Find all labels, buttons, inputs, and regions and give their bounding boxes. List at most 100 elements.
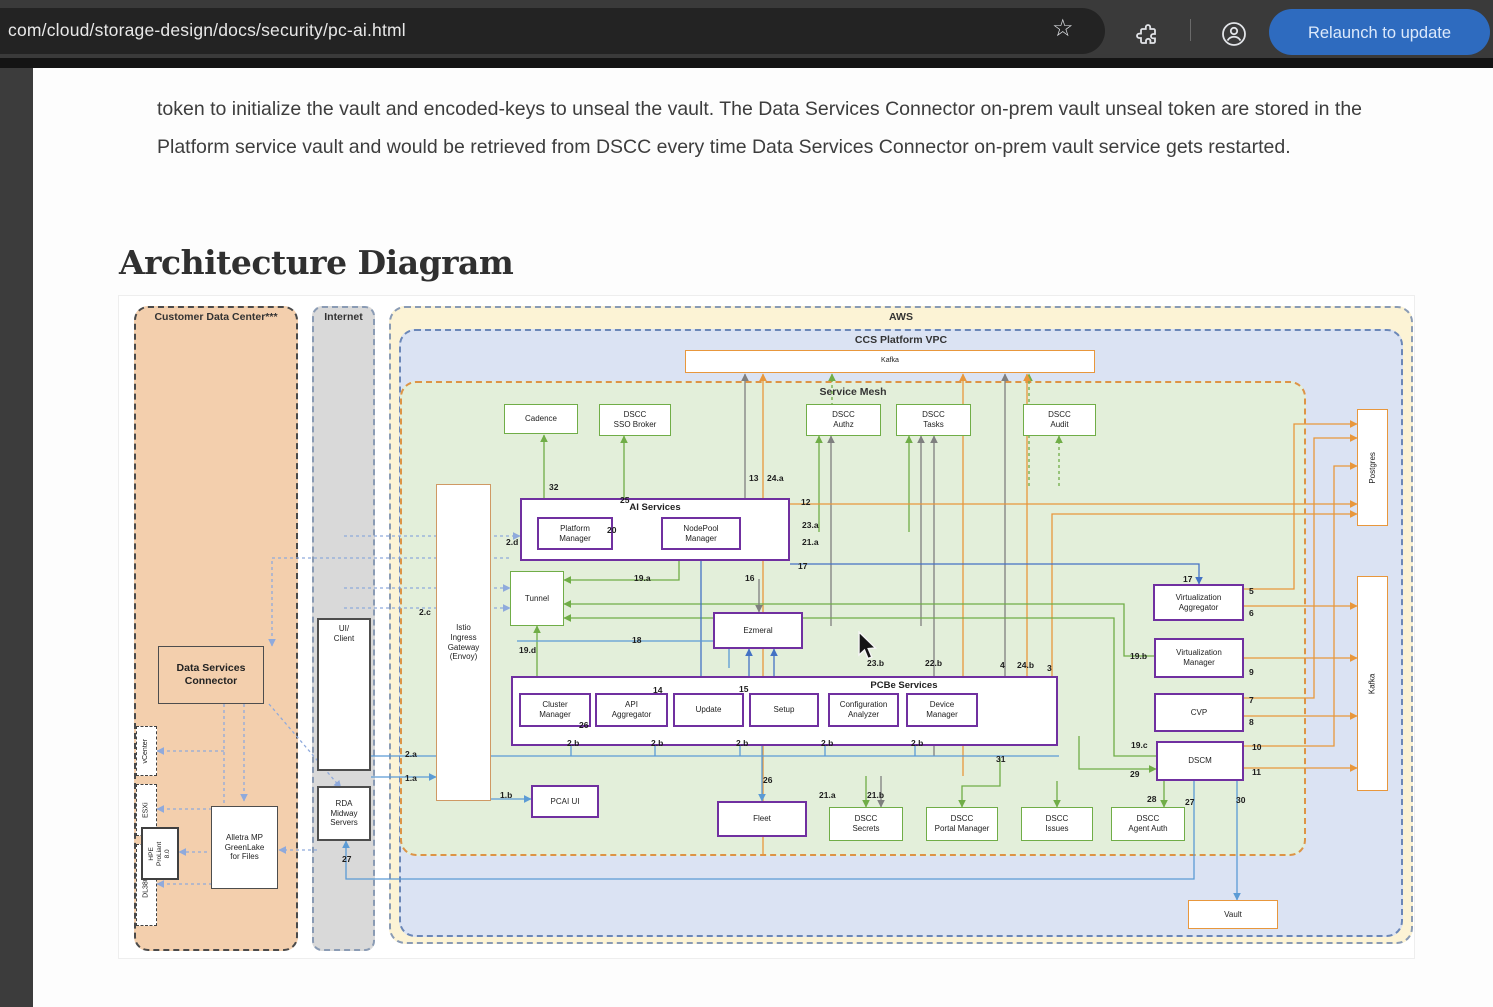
node-label-esxi: ESXi [142,802,151,818]
node-label-vault: Vault [1224,910,1242,920]
url-text[interactable]: com/cloud/storage-design/docs/security/p… [8,20,406,41]
edge-label-19-b-32: 19.b [1130,651,1147,661]
edge-label-27-49: 27 [342,854,351,864]
node-label-configuration-analyzer: Configuration Analyzer [840,700,888,720]
node-nodepool-manager: NodePool Manager [661,517,741,550]
node-dscc-issues: DSCC Issues [1021,807,1093,841]
node-label-rda-midway-servers: RDA Midway Servers [330,799,358,828]
body-paragraph: token to initialize the vault and encode… [157,90,1432,166]
extensions-icon[interactable] [1135,22,1159,46]
edge-label-26-48: 26 [763,775,772,785]
edge-label-2-a-15: 2.a [405,749,417,759]
relaunch-to-update-button[interactable]: Relaunch to update [1269,9,1490,55]
edge-label-2-b-25: 2.b [911,738,923,748]
node-label-ai-services: AI Services [629,502,680,514]
node-label-dscc-issues: DSCC Issues [1045,814,1068,834]
node-label-hpe-proliant: HPE ProLiant 8.0 [148,841,172,865]
node-label-kafka-right: Kafka [1368,673,1378,693]
edge-label-17-45: 17 [1183,574,1192,584]
edge-label-18-12: 18 [632,635,641,645]
node-cvp: CVP [1154,693,1244,732]
edge-label-24-b-29: 24.b [1017,660,1034,670]
node-label-cadence: Cadence [525,414,557,424]
edge-label-25-1: 25 [620,495,629,505]
edge-label-2-b-21: 2.b [567,738,579,748]
node-cadence: Cadence [504,404,578,434]
edge-label-5-38: 5 [1249,586,1254,596]
node-label-dscc-audit: DSCC Audit [1048,410,1071,430]
edge-label-32-0: 32 [549,482,558,492]
edge-label-7-41: 7 [1249,695,1254,705]
node-label-dscm: DSCM [1188,756,1212,766]
node-label-alletra-mp: Alletra MP GreenLake for Files [225,833,265,862]
edge-label-19-a-10: 19.a [634,573,651,583]
node-label-data-services-connector: Data Services Connector [177,662,246,688]
edge-label-13-2: 13 [749,473,758,483]
node-istio-ingress-gateway: Istio Ingress Gateway (Envoy) [436,484,491,801]
edge-label-1-a-16: 1.a [405,773,417,783]
node-label-cluster-manager: Cluster Manager [539,700,571,720]
edge-label-22-b-27: 22.b [925,658,942,668]
node-dscm: DSCM [1156,741,1244,781]
node-label-setup: Setup [774,705,795,715]
node-rda-midway-servers: RDA Midway Servers [317,786,371,841]
node-label-pcai-ui: PCAI UI [551,797,580,807]
node-ezmeral: Ezmeral [713,612,803,649]
node-label-vcenter: vCenter [142,739,151,764]
edge-label-2-b-24: 2.b [821,738,833,748]
node-label-platform-manager: Platform Manager [559,524,591,544]
node-dscc-portal-manager: DSCC Portal Manager [926,807,998,841]
edge-label-3-30: 3 [1047,663,1052,673]
section-heading: Architecture Diagram [119,243,513,282]
node-configuration-analyzer: Configuration Analyzer [828,693,899,727]
mouse-cursor [857,631,885,661]
node-label-dscc-portal-manager: DSCC Portal Manager [935,814,990,834]
node-update: Update [673,693,744,727]
edge-label-23-a-5: 23.a [802,520,819,530]
edge-label-9-40: 9 [1249,667,1254,677]
node-label-fleet: Fleet [753,814,771,824]
node-dscc-sso-broker: DSCC SSO Broker [599,404,671,436]
profile-icon[interactable] [1221,21,1247,47]
node-label-ezmeral: Ezmeral [743,626,772,636]
bookmark-star-icon[interactable]: ☆ [1052,14,1074,43]
node-label-nodepool-manager: NodePool Manager [683,524,718,544]
edge-label-27-36: 27 [1185,797,1194,807]
node-label-virtualization-aggregator: Virtualization Aggregator [1176,593,1222,613]
node-label-cvp: CVP [1191,708,1207,718]
edge-label-15-19: 15 [739,684,748,694]
edge-label-24-a-3: 24.a [767,473,784,483]
node-label-dscc-authz: DSCC Authz [832,410,855,430]
node-pcai-ui: PCAI UI [531,785,599,818]
edge-label-6-39: 6 [1249,608,1254,618]
node-dscc-authz: DSCC Authz [806,404,881,436]
edge-label-19-c-33: 19.c [1131,740,1148,750]
edge-label-21-a-6: 21.a [802,537,819,547]
node-label-dscc-sso-broker: DSCC SSO Broker [614,410,657,430]
node-label-postgres: Postgres [1368,452,1378,484]
node-label-istio-ingress-gateway: Istio Ingress Gateway (Envoy) [448,623,480,662]
node-virtualization-manager: Virtualization Manager [1154,638,1244,678]
node-tunnel: Tunnel [510,571,564,626]
edge-label-2-c-14: 2.c [419,607,431,617]
url-bar[interactable]: com/cloud/storage-design/docs/security/p… [0,8,1105,54]
edge-label-14-18: 14 [653,685,662,695]
node-dscc-agent-auth: DSCC Agent Auth [1111,807,1185,841]
edge-label-2-b-23: 2.b [736,738,748,748]
edge-label-30-37: 30 [1236,795,1245,805]
node-label-pcbe-services: PCBe Services [870,680,937,692]
edge-label-10-43: 10 [1252,742,1261,752]
edge-label-26-20: 26 [579,720,588,730]
page-content: token to initialize the vault and encode… [33,68,1493,1007]
edge-label-21-a-46: 21.a [819,790,836,800]
edge-label-16-11: 16 [745,573,754,583]
node-hpe-proliant: HPE ProLiant 8.0 [141,827,179,880]
node-platform-manager: Platform Manager [537,517,613,550]
node-dscc-audit: DSCC Audit [1023,404,1096,436]
edge-label-4-28: 4 [1000,660,1005,670]
edge-label-8-42: 8 [1249,717,1254,727]
edge-label-2-b-22: 2.b [651,738,663,748]
node-dscc-tasks: DSCC Tasks [896,404,971,436]
node-device-manager: Device Manager [906,693,978,727]
node-fleet: Fleet [717,801,807,837]
